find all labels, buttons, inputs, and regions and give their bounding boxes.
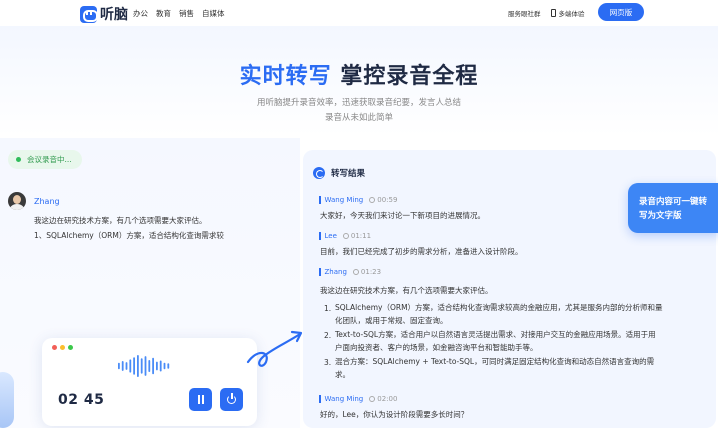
transcript-header: 转写结果 [313, 167, 365, 179]
hero-section: 实时转写 掌控录音全程 用听脑提升录音效率，迅速获取录音纪要，发言人总结 录音从… [0, 26, 718, 136]
microphone-icon [0, 372, 14, 428]
list-item-line: SQLAlchemy（ORM）方案，适合结构化查询需求较高的金融应用，尤其是服务… [335, 303, 663, 312]
entry-marker [319, 268, 321, 276]
hero-subtitle-line2: 录音从未如此简单 [324, 113, 393, 123]
entry-marker [319, 395, 321, 403]
waveform-bar [144, 356, 147, 376]
transcript-entry-header: Wang Ming 00:59 [319, 196, 397, 204]
entry-marker [319, 232, 321, 240]
list-number: 2. [324, 331, 332, 340]
recorder-widget: 02 45 [42, 338, 257, 426]
callout-line2: 写为文字版 [639, 211, 682, 221]
entry-time: 00:59 [377, 196, 398, 204]
logo[interactable]: 听脑 [80, 4, 128, 24]
speaker-name: Zhang [34, 196, 60, 206]
callout-line1: 录音内容可一键转 [639, 197, 708, 207]
logo-text: 听脑 [100, 7, 128, 23]
waveform-bar [163, 362, 166, 370]
recording-timer: 02 45 [58, 392, 105, 408]
waveform-bar [167, 363, 170, 369]
transcript-entry-header: Zhang 01:23 [319, 268, 381, 276]
transcript-entry-header: Wang Ming 02:00 [319, 395, 397, 403]
entry-text: 我这边在研究技术方案，有几个选项需要大家评估。 [320, 286, 493, 295]
waveform-bar [140, 358, 143, 374]
nav-right: 服务眼社群 多端体验 [508, 8, 585, 18]
hero-title-rest: 掌控录音全程 [340, 64, 479, 89]
waveform-bar [133, 357, 135, 375]
list-item: Text-to-SQL方案，适合用户以自然语言灵活提出需求、对接用户交互的金融应… [335, 329, 656, 354]
waveform-bar [159, 360, 162, 372]
audio-waveform-icon [118, 355, 170, 377]
window-dot-yellow-icon [60, 345, 65, 350]
transcript-entry-header: Lee 01:11 [319, 232, 371, 240]
device-icon [550, 9, 556, 17]
clock-icon [369, 396, 376, 402]
entry-speaker: Zhang [324, 268, 347, 276]
logo-icon [80, 5, 98, 23]
entry-text: 好的，Lee，你认为设计阶段需要多长时间？ [320, 410, 469, 419]
recording-status-text: 会议录音中... [27, 155, 72, 164]
recording-status-badge: 会议录音中... [8, 150, 82, 169]
list-item-line: 混合方案：SQLAlchemy + Text-to-SQL，可同时满足固定结构化… [335, 357, 655, 366]
waveform-bar [129, 359, 132, 373]
live-speech-line2: 1、SQLAlchemy（ORM）方案，适合结构化查询需求较 [34, 231, 224, 240]
entry-text: 目前，我们已经完成了初步的需求分析，准备进入设计阶段。 [320, 247, 523, 256]
list-number: 3. [324, 358, 332, 367]
hero-subtitle-line1: 用听脑提升录音效率，迅速获取录音纪要，发言人总结 [256, 98, 461, 108]
web-version-button[interactable]: 网页版 [598, 3, 644, 21]
follow-link[interactable]: 服务眼社群 [508, 8, 541, 18]
list-item-line: Text-to-SQL方案，适合用户以自然语言灵活提出需求、对接用户交互的金融应… [335, 330, 656, 339]
top-navbar: 听脑 办公 教育 销售 自媒体 服务眼社群 多端体验 网页版 [0, 0, 718, 26]
hero-title: 实时转写 掌控录音全程 [0, 58, 718, 90]
entry-speaker: Wang Ming [324, 395, 364, 403]
speaker-avatar [8, 192, 26, 210]
list-item-line: 化团队，或用于常规、固定查询。 [335, 315, 448, 325]
clock-icon [369, 197, 376, 203]
pause-button[interactable] [189, 388, 212, 411]
window-dot-red-icon [52, 345, 57, 350]
entry-text: 大家好，今天我们来讨论一下新项目的进展情况。 [320, 211, 485, 220]
nav-link-office[interactable]: 办公 [133, 8, 148, 19]
transcript-title: 转写结果 [331, 169, 366, 179]
window-dots [52, 345, 73, 350]
list-number: 1. [324, 304, 332, 313]
waveform-bar [118, 362, 120, 370]
speaker-row: Zhang [8, 192, 60, 210]
entry-time: 01:11 [350, 232, 372, 240]
nav-link-sales[interactable]: 销售 [179, 8, 194, 19]
list-item: 混合方案：SQLAlchemy + Text-to-SQL，可同时满足固定结构化… [335, 356, 654, 381]
clock-icon [352, 269, 359, 275]
waveform-bar [148, 359, 151, 373]
nav-link-media[interactable]: 自媒体 [202, 8, 225, 19]
entry-time: 02:00 [377, 395, 398, 403]
entry-speaker: Lee [324, 232, 337, 240]
multi-device-link[interactable]: 多端体验 [559, 8, 585, 18]
window-dot-green-icon [68, 345, 73, 350]
nav-links: 办公 教育 销售 自媒体 [133, 8, 225, 19]
list-item-line: 求。 [335, 369, 350, 379]
clock-icon [342, 233, 349, 239]
live-speech-line1: 我这边在研究技术方案，有几个选项需要大家评估。 [34, 216, 207, 225]
transcript-icon [313, 167, 325, 179]
stop-button[interactable] [220, 388, 243, 411]
recording-dot-icon [16, 157, 21, 162]
waveform-bar [152, 357, 154, 375]
hero-title-accent: 实时转写 [239, 64, 332, 89]
waveform-bar [156, 361, 158, 371]
entry-marker [319, 196, 321, 204]
feature-callout: 录音内容可一键转 写为文字版 [628, 183, 718, 233]
entry-time: 01:23 [360, 268, 382, 276]
list-item-line: 户面向投资者、客户的场景，如金融咨询平台和智能助手等。 [335, 342, 538, 352]
waveform-bar [137, 355, 139, 377]
entry-speaker: Wang Ming [324, 196, 364, 204]
curved-arrow-icon [246, 330, 303, 367]
list-item: SQLAlchemy（ORM）方案，适合结构化查询需求较高的金融应用，尤其是服务… [335, 302, 663, 327]
waveform-bar [121, 361, 124, 371]
nav-link-education[interactable]: 教育 [156, 8, 171, 19]
waveform-bar [125, 362, 128, 370]
